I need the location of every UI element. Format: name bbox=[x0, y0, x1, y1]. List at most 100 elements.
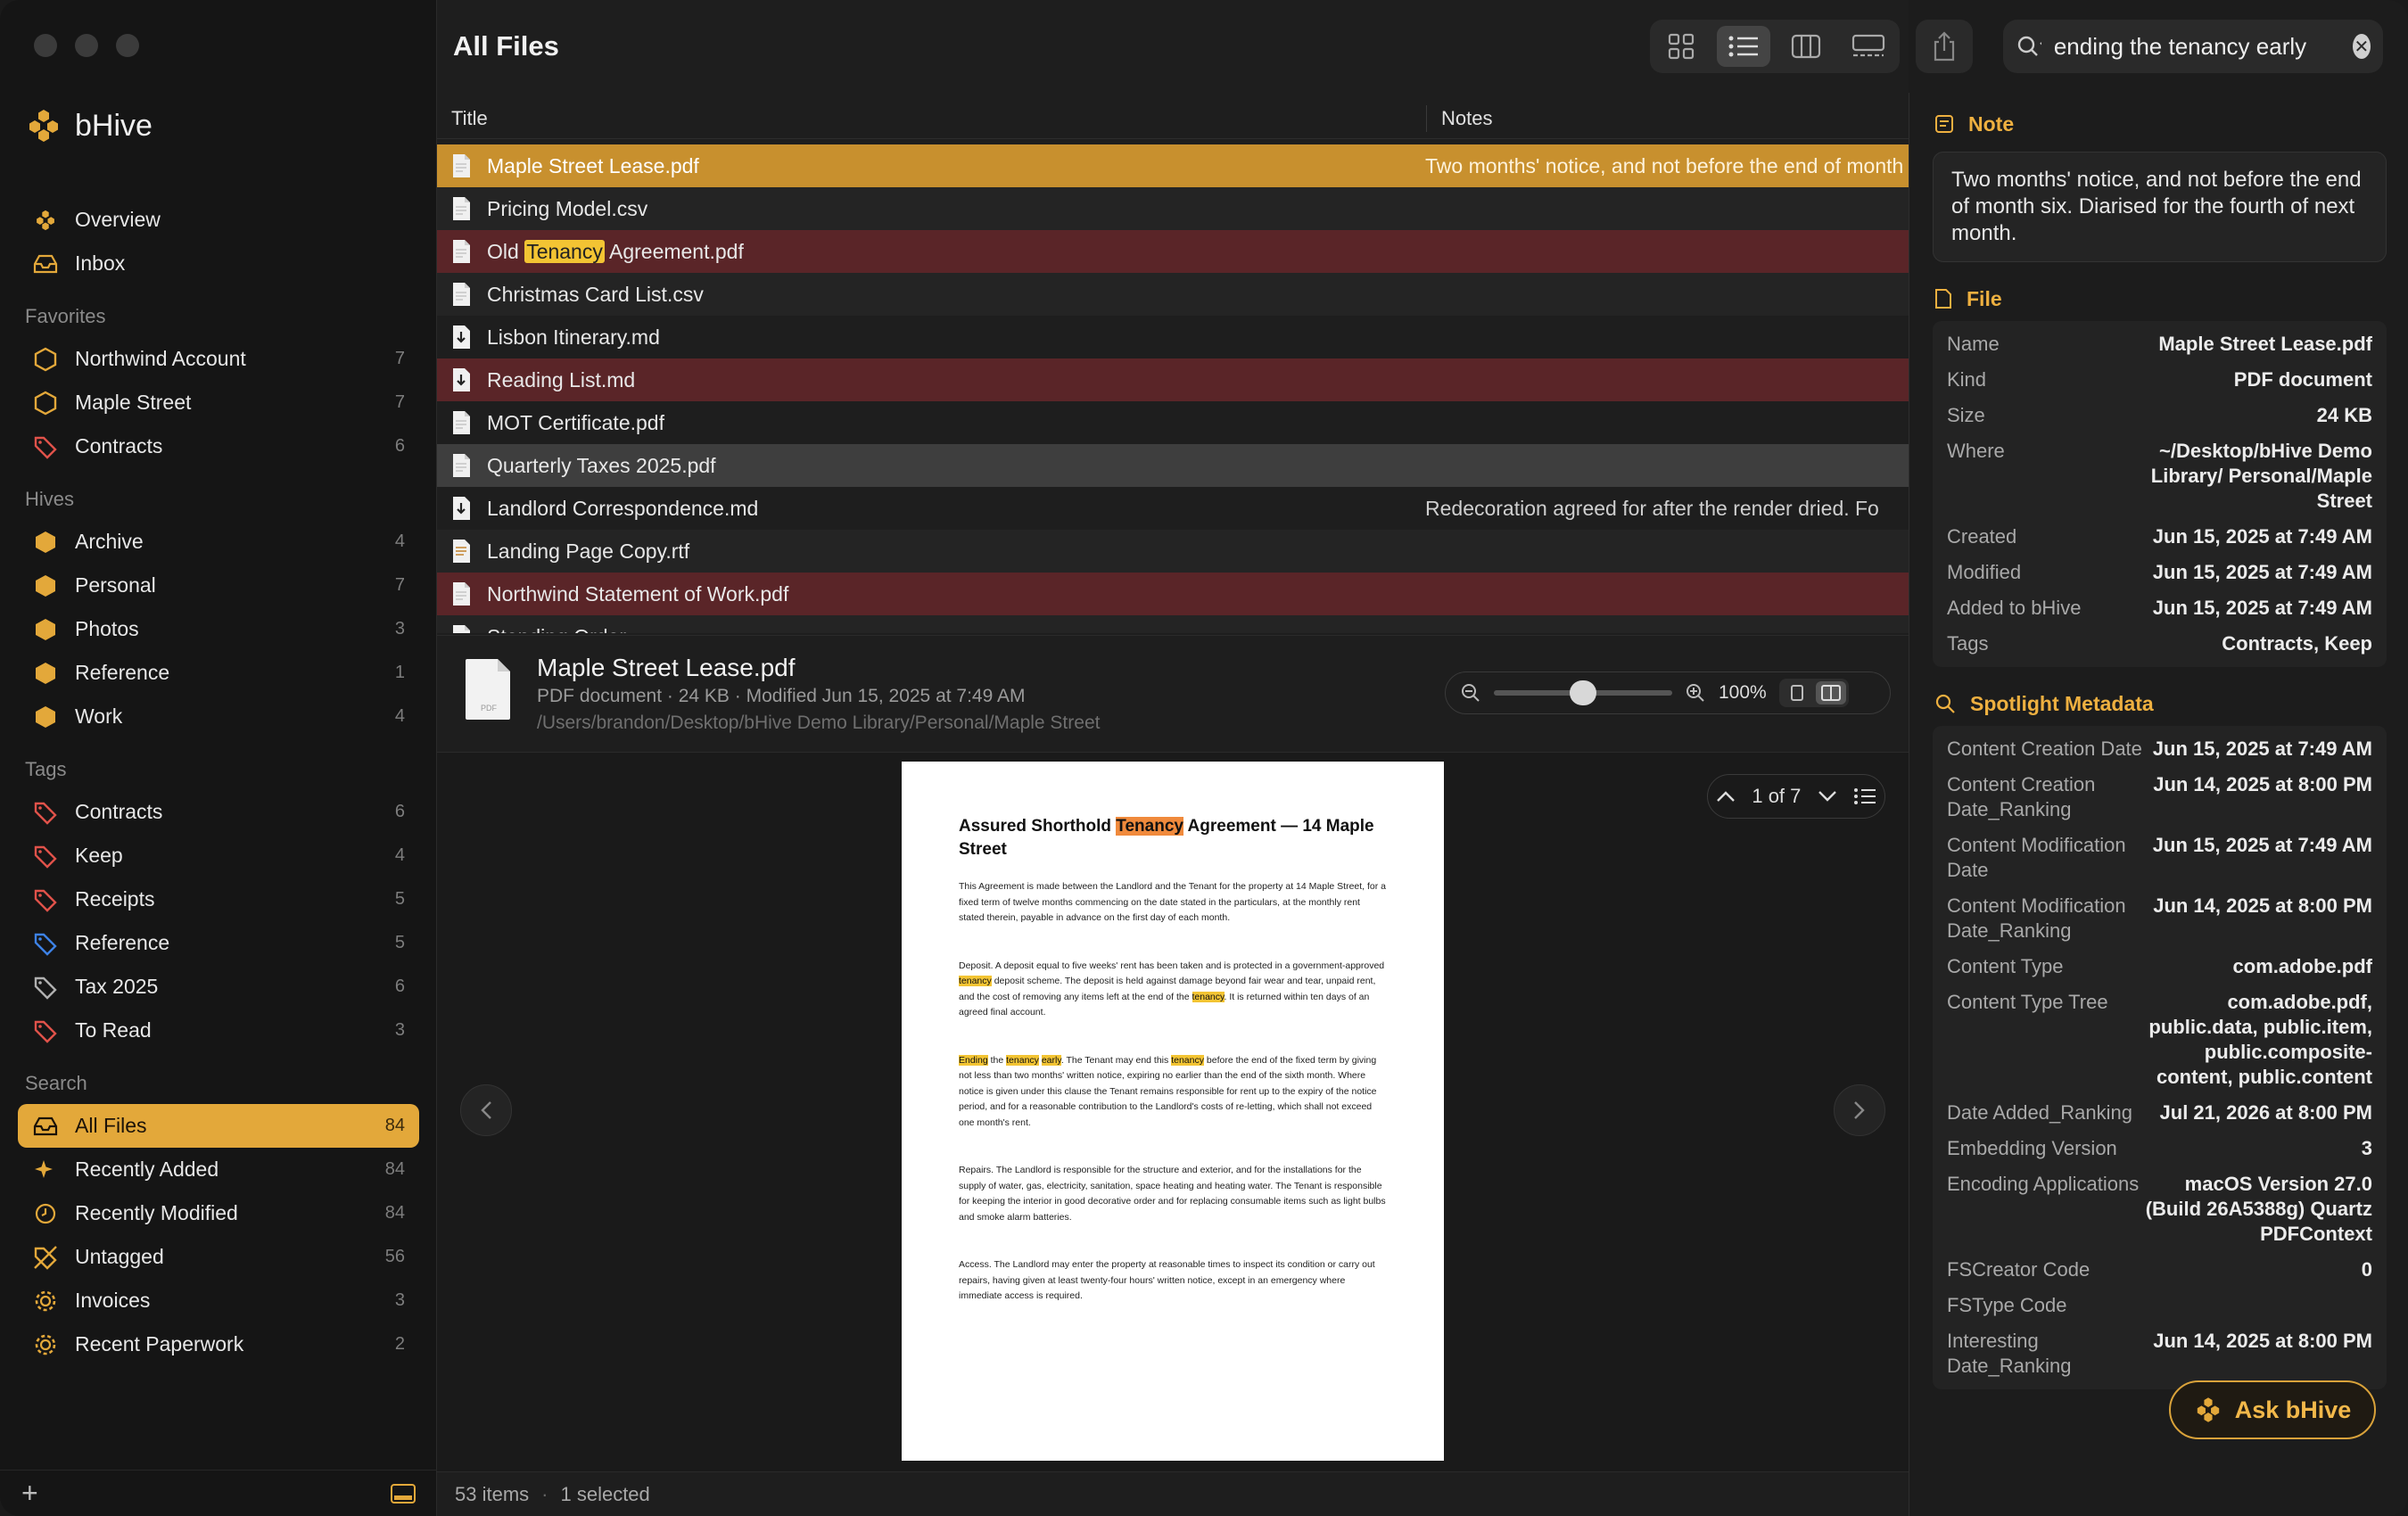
info-value[interactable]: Jun 14, 2025 at 8:00 PM bbox=[2143, 1329, 2372, 1379]
hexagon-filled-icon bbox=[32, 616, 59, 643]
info-value[interactable]: PDF document bbox=[2143, 367, 2372, 392]
doc-paragraph: Repairs. The Landlord is responsible for… bbox=[959, 1165, 1386, 1223]
previous-file-button[interactable] bbox=[460, 1084, 512, 1136]
info-value[interactable]: Jun 15, 2025 at 7:49 AM bbox=[2143, 596, 2372, 621]
sidebar-item-recently-modified[interactable]: Recently Modified 84 bbox=[18, 1191, 419, 1235]
search-field[interactable]: ✕ bbox=[2003, 20, 2383, 73]
zoom-slider[interactable] bbox=[1494, 680, 1672, 705]
sidebar-item-overview[interactable]: Overview bbox=[18, 198, 419, 242]
share-button[interactable] bbox=[1916, 20, 1973, 73]
close-window-button[interactable] bbox=[34, 34, 57, 57]
info-value[interactable]: Jun 15, 2025 at 7:49 AM bbox=[2143, 524, 2372, 549]
sidebar-item-recent-paperwork[interactable]: Recent Paperwork 2 bbox=[18, 1322, 419, 1366]
ask-bhive-button[interactable]: Ask bHive bbox=[2169, 1380, 2376, 1439]
next-file-button[interactable] bbox=[1834, 1084, 1885, 1136]
sidebar-item-reference[interactable]: Reference 1 bbox=[18, 651, 419, 695]
sidebar-item-tax-2025[interactable]: Tax 2025 6 bbox=[18, 965, 419, 1009]
table-row[interactable]: Pricing Model.csv bbox=[437, 187, 1909, 230]
sidebar-item-receipts[interactable]: Receipts 5 bbox=[18, 877, 419, 921]
info-value[interactable]: com.adobe.pdf, public.data, public.item,… bbox=[2143, 990, 2372, 1090]
info-value[interactable]: Jul 21, 2026 at 8:00 PM bbox=[2143, 1100, 2372, 1125]
sidebar-item-northwind-account[interactable]: Northwind Account 7 bbox=[18, 337, 419, 381]
sidebar-item-invoices[interactable]: Invoices 3 bbox=[18, 1279, 419, 1322]
info-row: Content Modification Date Jun 15, 2025 a… bbox=[1933, 828, 2387, 888]
info-value[interactable]: Jun 15, 2025 at 7:49 AM bbox=[2143, 560, 2372, 585]
sidebar-item-to-read[interactable]: To Read 3 bbox=[18, 1009, 419, 1052]
sidebar-item-inbox[interactable]: Inbox bbox=[18, 242, 419, 285]
clear-search-icon[interactable]: ✕ bbox=[2352, 34, 2371, 59]
columns-view-icon[interactable] bbox=[1779, 26, 1833, 67]
info-value[interactable]: 3 bbox=[2143, 1136, 2372, 1161]
zoom-out-icon[interactable] bbox=[1460, 682, 1481, 704]
sidebar-item-contracts[interactable]: Contracts 6 bbox=[18, 424, 419, 468]
tag-icon bbox=[32, 886, 59, 913]
sidebar-item-work[interactable]: Work 4 bbox=[18, 695, 419, 738]
zoom-slider-thumb[interactable] bbox=[1570, 680, 1596, 705]
inbox-icon bbox=[32, 251, 59, 277]
chevron-down-icon[interactable] bbox=[1818, 790, 1837, 803]
sidebar-item-count: 1 bbox=[394, 663, 405, 682]
sidebar-item-untagged[interactable]: Untagged 56 bbox=[18, 1235, 419, 1279]
info-value[interactable]: Maple Street Lease.pdf bbox=[2143, 332, 2372, 357]
list-view-icon[interactable] bbox=[1717, 26, 1770, 67]
info-value[interactable]: Contracts, Keep bbox=[2143, 631, 2372, 656]
tags-heading: Tags bbox=[25, 758, 67, 780]
column-notes[interactable]: Notes bbox=[1427, 107, 1492, 130]
table-row[interactable]: MOT Certificate.pdf bbox=[437, 401, 1909, 444]
sidebar-item-recently-added[interactable]: Recently Added 84 bbox=[18, 1148, 419, 1191]
toggle-preview-icon[interactable] bbox=[391, 1483, 416, 1504]
info-value[interactable]: Jun 14, 2025 at 8:00 PM bbox=[2143, 894, 2372, 943]
zoom-window-button[interactable] bbox=[116, 34, 139, 57]
zoom-in-icon[interactable] bbox=[1685, 682, 1706, 704]
minimize-window-button[interactable] bbox=[75, 34, 98, 57]
sidebar-item-archive[interactable]: Archive 4 bbox=[18, 520, 419, 564]
info-key: Content Creation Date bbox=[1947, 737, 2142, 760]
single-page-icon[interactable] bbox=[1782, 681, 1812, 704]
sidebar-item-photos[interactable]: Photos 3 bbox=[18, 607, 419, 651]
info-value[interactable]: Jun 14, 2025 at 8:00 PM bbox=[2143, 772, 2372, 822]
sidebar-item-label: Recently Added bbox=[75, 1158, 219, 1181]
column-title[interactable]: Title bbox=[437, 104, 1427, 132]
info-value[interactable]: 0 bbox=[2143, 1257, 2372, 1282]
file-title-text: Christmas Card List.csv bbox=[487, 282, 704, 306]
chevron-up-icon[interactable] bbox=[1716, 790, 1736, 803]
info-value[interactable] bbox=[2143, 1293, 2372, 1318]
app-window: bHive Overview Inbox Favorites Northwind… bbox=[0, 0, 2408, 1516]
table-row[interactable]: Landing Page Copy.rtf bbox=[437, 530, 1909, 573]
table-row[interactable]: Reading List.md bbox=[437, 358, 1909, 401]
outline-list-icon[interactable] bbox=[1853, 787, 1876, 805]
table-row[interactable]: Standing Order... bbox=[437, 615, 1909, 633]
info-value[interactable]: Jun 15, 2025 at 7:49 AM bbox=[2143, 833, 2372, 883]
table-row[interactable]: Lisbon Itinerary.md bbox=[437, 316, 1909, 358]
sidebar-item-maple-street[interactable]: Maple Street 7 bbox=[18, 381, 419, 424]
gallery-view-icon[interactable] bbox=[1842, 26, 1895, 67]
sidebar-item-all-files[interactable]: All Files 84 bbox=[18, 1104, 419, 1148]
info-value[interactable]: macOS Version 27.0 (Build 26A5388g) Quar… bbox=[2143, 1172, 2372, 1247]
sidebar-item-label: To Read bbox=[75, 1018, 152, 1042]
info-row: Embedding Version 3 bbox=[1933, 1131, 2387, 1166]
file-info-table: Name Maple Street Lease.pdf Kind PDF doc… bbox=[1933, 321, 2387, 667]
table-row[interactable]: Christmas Card List.csv bbox=[437, 273, 1909, 316]
info-value[interactable]: 24 KB bbox=[2143, 403, 2372, 428]
sidebar-item-reference[interactable]: Reference 5 bbox=[18, 921, 419, 965]
info-value[interactable]: com.adobe.pdf bbox=[2143, 954, 2372, 979]
info-value[interactable]: ~/Desktop/bHive Demo Library/ Personal/M… bbox=[2143, 439, 2372, 514]
table-row[interactable]: Old Tenancy Agreement.pdf bbox=[437, 230, 1909, 273]
sidebar-item-count: 2 bbox=[394, 1334, 405, 1354]
note-editor[interactable]: Two months' notice, and not before the e… bbox=[1933, 152, 2387, 262]
add-icon[interactable]: + bbox=[21, 1477, 38, 1510]
sidebar-item-personal[interactable]: Personal 7 bbox=[18, 564, 419, 607]
sidebar-item-contracts[interactable]: Contracts 6 bbox=[18, 790, 419, 834]
search-input[interactable] bbox=[2053, 32, 2353, 61]
grid-view-icon[interactable] bbox=[1654, 26, 1708, 67]
info-row: Tags Contracts, Keep bbox=[1933, 626, 2387, 662]
table-row[interactable]: Northwind Statement of Work.pdf bbox=[437, 573, 1909, 615]
clock-icon bbox=[32, 1200, 59, 1227]
file-section-title: File bbox=[1967, 286, 2002, 310]
sidebar-item-keep[interactable]: Keep 4 bbox=[18, 834, 419, 877]
table-row[interactable]: Maple Street Lease.pdf Two months' notic… bbox=[437, 144, 1909, 187]
info-value[interactable]: Jun 15, 2025 at 7:49 AM bbox=[2143, 737, 2372, 762]
table-row[interactable]: Landlord Correspondence.md Redecoration … bbox=[437, 487, 1909, 530]
table-row[interactable]: Quarterly Taxes 2025.pdf bbox=[437, 444, 1909, 487]
two-page-icon[interactable] bbox=[1815, 681, 1846, 704]
